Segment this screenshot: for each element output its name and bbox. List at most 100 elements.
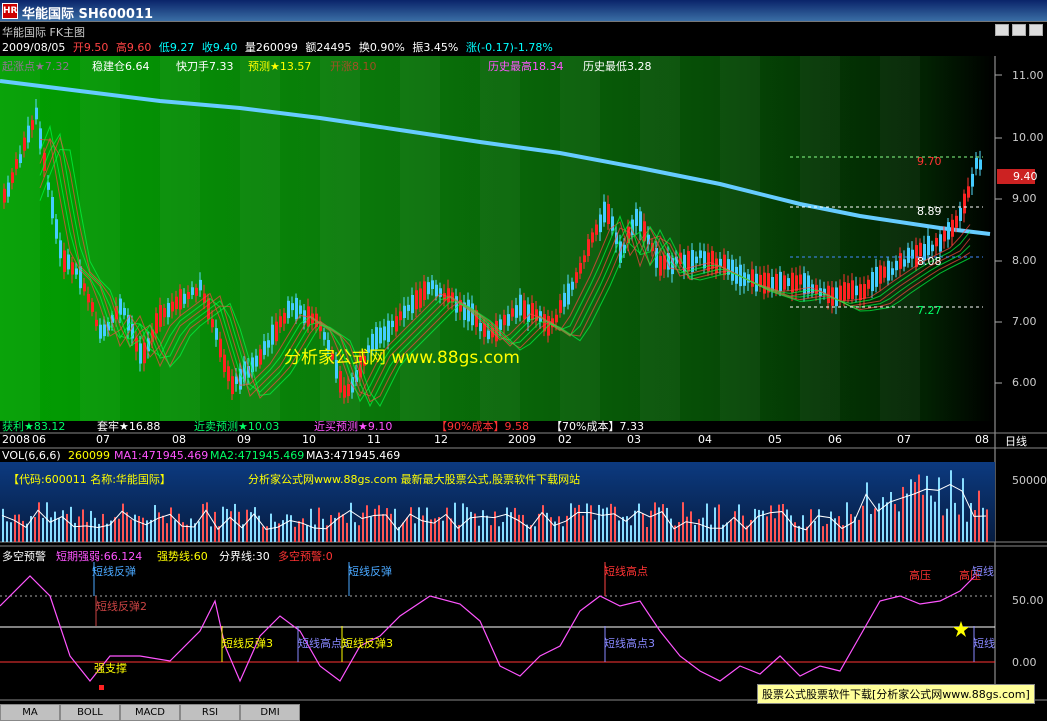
- signal-label: 短线: [973, 637, 995, 650]
- label-trapped: 套牢★16.88: [97, 420, 161, 433]
- candle-body: [155, 313, 158, 334]
- candle-body: [951, 219, 954, 237]
- volume-bar: [78, 516, 80, 542]
- pin-icon[interactable]: [995, 24, 1009, 36]
- candle-body: [343, 385, 346, 398]
- osc-short-strength: 短期强弱:66.124: [56, 550, 143, 563]
- volume-bar: [130, 519, 132, 542]
- price-tick: 10.00: [1012, 131, 1044, 144]
- date-tick: 08: [975, 433, 989, 446]
- volume-bar: [202, 503, 204, 542]
- volume-bar: [362, 512, 364, 542]
- candle-body: [931, 244, 934, 252]
- volume-bar: [214, 511, 216, 542]
- osc-axis-tick: 0.00: [1012, 656, 1037, 669]
- volume-bar: [46, 502, 48, 542]
- volume-bar: [562, 526, 564, 542]
- volume-bar: [826, 523, 828, 542]
- volume-bar: [570, 503, 572, 542]
- level-8-08: 8.08: [917, 255, 942, 268]
- label-wenjiancang: 稳建仓6.64: [92, 60, 150, 73]
- volume-bar: [150, 519, 152, 542]
- candle-body: [255, 355, 258, 367]
- tab-macd[interactable]: MACD: [120, 704, 180, 721]
- volume-bar: [790, 515, 792, 542]
- candle-body: [223, 354, 226, 372]
- volume-bar: [102, 513, 104, 542]
- candle-body: [175, 296, 178, 309]
- candle-body: [907, 247, 910, 263]
- close-icon[interactable]: [1029, 24, 1043, 36]
- tab-boll[interactable]: BOLL: [60, 704, 120, 721]
- volume-bar: [782, 503, 784, 542]
- candle-body: [387, 320, 390, 342]
- tab-dmi[interactable]: DMI: [240, 704, 300, 721]
- candle-body: [59, 240, 62, 259]
- volume-bar: [914, 481, 916, 542]
- candle-body: [943, 230, 946, 242]
- candle-body: [431, 280, 434, 290]
- vol-value: 260099: [68, 449, 110, 462]
- volume-bar: [506, 507, 508, 542]
- candle-body: [19, 154, 22, 164]
- volume-bar: [666, 507, 668, 542]
- tab-rsi[interactable]: RSI: [180, 704, 240, 721]
- candle-body: [563, 292, 566, 307]
- candle-body: [659, 256, 662, 276]
- volume-bar: [938, 477, 940, 542]
- volume-bar: [386, 508, 388, 542]
- candle-body: [379, 327, 382, 344]
- candle-body: [67, 254, 70, 270]
- osc-divide-line: 分界线:30: [219, 550, 270, 563]
- date-tick: 12: [434, 433, 448, 446]
- candle-body: [583, 255, 586, 263]
- volume-bar: [950, 470, 952, 542]
- candle-body: [3, 188, 6, 203]
- candle-body: [7, 182, 10, 197]
- volume-bar: [22, 520, 24, 542]
- signal-label: 短线: [972, 565, 994, 578]
- volume-bar: [662, 504, 664, 542]
- candle-body: [15, 159, 18, 169]
- volume-bar: [818, 509, 820, 542]
- star-icon: [953, 621, 969, 637]
- volume-bar: [606, 507, 608, 542]
- volume-bar: [286, 514, 288, 542]
- label-history-low: 历史最低3.28: [583, 60, 652, 73]
- level-7-27: 7.27: [917, 304, 942, 317]
- candle-body: [963, 193, 966, 214]
- label-cost90: 【90%成本】9.58: [436, 420, 529, 433]
- candle-body: [787, 278, 790, 286]
- candle-body: [607, 203, 610, 225]
- candle-body: [391, 320, 394, 328]
- kline-chart[interactable]: [0, 56, 1047, 704]
- volume-bar: [74, 522, 76, 542]
- volume-bar: [226, 508, 228, 542]
- volume-bar: [166, 523, 168, 542]
- candle-body: [51, 196, 54, 219]
- quote-line: 2009/08/05 开9.50 高9.60 低9.27 收9.40 量2600…: [2, 39, 557, 55]
- candle-body: [847, 283, 850, 300]
- volume-bar: [350, 502, 352, 542]
- tab-ma[interactable]: MA: [0, 704, 60, 721]
- volume-bar: [730, 519, 732, 542]
- period-label[interactable]: 日线: [1005, 433, 1027, 449]
- candle-body: [599, 214, 602, 233]
- price-tick: 7.00: [1012, 315, 1037, 328]
- volume-bar: [98, 523, 100, 542]
- candle-body: [227, 366, 230, 382]
- restore-icon[interactable]: [1012, 24, 1026, 36]
- volume-bar: [502, 521, 504, 542]
- candle-body: [71, 262, 74, 275]
- label-buy-forecast: 近买预测★9.10: [314, 420, 393, 433]
- candle-body: [87, 293, 90, 303]
- volume-bar: [694, 524, 696, 542]
- candle-body: [883, 266, 886, 278]
- volume-bar: [418, 507, 420, 542]
- candle-body: [91, 302, 94, 312]
- signal-label: 短线反弹: [348, 565, 392, 578]
- volume-bar: [426, 507, 428, 542]
- volume-bar: [954, 502, 956, 542]
- volume-bar: [582, 515, 584, 542]
- volume-bar: [926, 475, 928, 542]
